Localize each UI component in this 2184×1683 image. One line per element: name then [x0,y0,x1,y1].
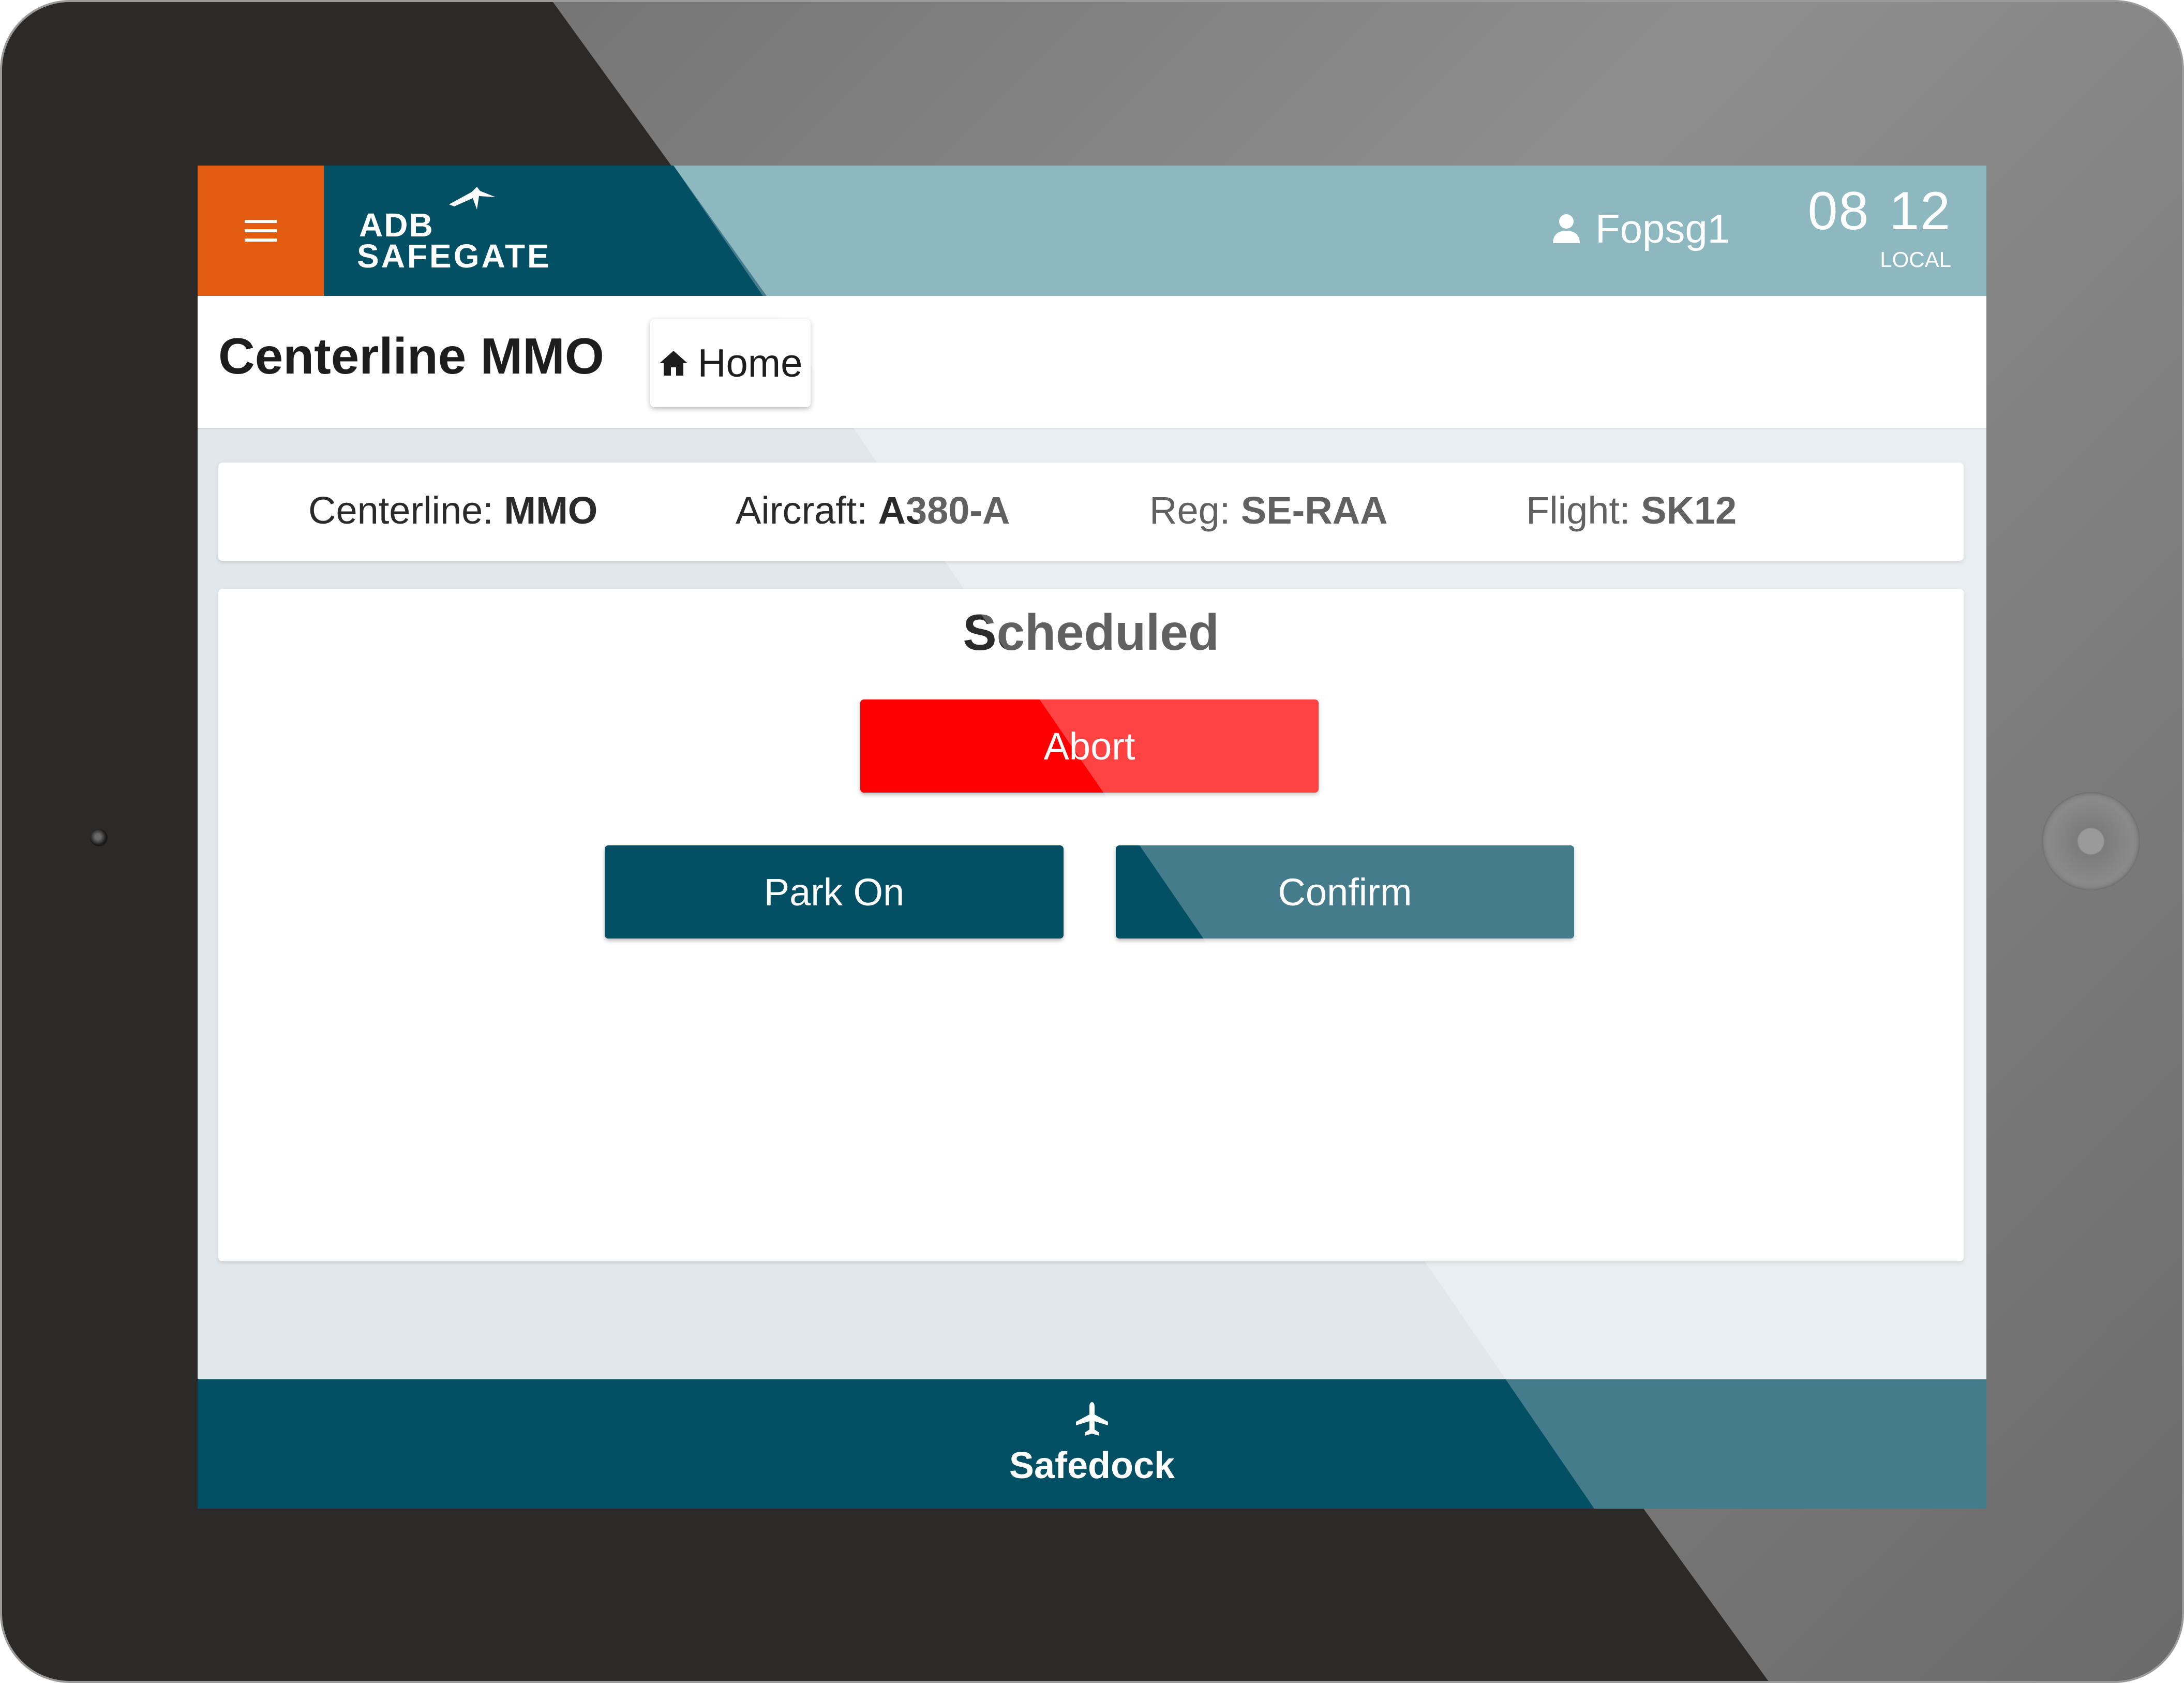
park-on-button[interactable]: Park On [605,845,1064,939]
aircraft-info: Aircraft: A380-A [736,488,1010,532]
user-indicator[interactable]: Fopsg1 [1552,203,1730,255]
clock-minutes: 12 [1889,181,1951,241]
clock-time: 08 12 [1796,184,1951,238]
confirm-button[interactable]: Confirm [1116,845,1574,939]
aircraft-label: Aircraft: [736,489,878,532]
camera-icon [90,829,108,846]
flight-label: Flight: [1526,489,1641,532]
aircraft-value: A380-A [878,489,1010,532]
page-header: Centerline MMO Home [198,296,1986,429]
device-home-button[interactable] [2042,792,2140,890]
page-title: Centerline MMO [218,327,604,384]
reg-value: SE-RAA [1240,489,1388,532]
safedock-label: Safedock [1009,1445,1175,1486]
hamburger-menu-icon [245,220,277,242]
flight-info: Flight: SK12 [1526,488,1737,532]
clock-zone: LOCAL [1880,247,1951,272]
status-title: Scheduled [963,604,1219,661]
docking-status-card: Scheduled Abort Park On Confirm [218,589,1964,1261]
adb-safegate-logo: ADB SAFEGATE [357,187,551,274]
abort-button[interactable]: Abort [860,699,1319,793]
flight-info-card: Centerline: MMO Aircraft: A380-A Reg: SE… [218,463,1964,561]
home-button-label: Home [697,341,803,385]
home-icon [659,351,687,376]
centerline-value: MMO [504,489,598,532]
safedock-nav[interactable]: Safedock [198,1379,1986,1509]
flight-value: SK12 [1641,489,1737,532]
clock: 08 12 LOCAL [1796,184,1951,272]
centerline-label: Centerline: [308,489,504,532]
app-screen: ADB SAFEGATE Fopsg1 08 12 LOCAL Centerlin… [198,166,1986,1509]
reg-label: Reg: [1149,489,1241,532]
menu-button[interactable] [198,166,324,296]
user-name: Fopsg1 [1595,205,1730,251]
clock-hours: 08 [1807,181,1870,241]
person-icon [1553,214,1580,243]
home-button[interactable]: Home [650,319,811,407]
svg-text:SAFEGATE: SAFEGATE [357,237,551,274]
top-bar: ADB SAFEGATE Fopsg1 08 12 LOCAL [198,166,1986,296]
airplane-icon [1076,1402,1108,1436]
tablet-frame: ADB SAFEGATE Fopsg1 08 12 LOCAL Centerlin… [0,0,2184,1683]
reg-info: Reg: SE-RAA [1149,488,1388,532]
centerline-info: Centerline: MMO [308,488,597,532]
